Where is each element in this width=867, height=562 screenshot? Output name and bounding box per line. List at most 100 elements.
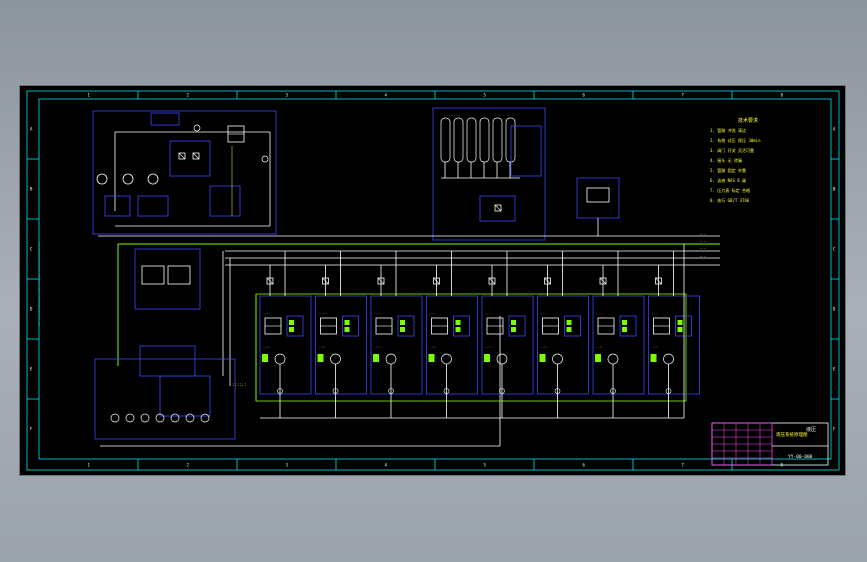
border-column-number: 5 <box>484 463 487 468</box>
border-column-number: 5 <box>484 93 487 98</box>
border-column-number: 7 <box>682 463 685 468</box>
solenoid-icon <box>140 413 150 423</box>
valve-diagonal <box>494 204 502 212</box>
border-column-number: 6 <box>583 93 586 98</box>
branch-tag: ..:. <box>541 345 548 349</box>
position-sensor <box>595 354 601 362</box>
actuator-icon <box>441 353 452 365</box>
header-tag: — — <box>700 254 706 258</box>
border-column-number: 4 <box>385 463 388 468</box>
accumulator-box <box>209 185 241 217</box>
pump-icon <box>96 173 108 185</box>
pilot-indicator <box>344 320 350 325</box>
pilot-indicator <box>677 327 683 332</box>
drawing-name: 液压系统原理图 <box>776 431 808 438</box>
pilot-indicator <box>622 327 627 332</box>
control-valve-box <box>510 125 542 177</box>
pilot-block <box>564 315 581 337</box>
note-line: 6. 油液 NAS 8 级 <box>710 177 746 183</box>
relay-box <box>159 375 211 417</box>
accumulator-bottle <box>466 117 477 163</box>
border-row-letter: F <box>30 427 33 432</box>
accumulator-bottle <box>479 117 490 163</box>
secondary-valve <box>167 265 191 285</box>
pilot-indicator <box>455 327 461 332</box>
right-valve-frame <box>576 177 620 219</box>
valve-block <box>169 140 211 177</box>
branch-tag: .... <box>430 311 437 315</box>
solenoid-icon <box>125 413 135 423</box>
border-row-letter: C <box>30 247 33 252</box>
border-column-number: 6 <box>583 463 586 468</box>
solenoid-icon <box>110 413 120 423</box>
pilot-block <box>675 315 692 337</box>
note-line: 5. 管路 固定 牢靠 <box>710 167 746 173</box>
branch-tag: ..:. <box>319 345 326 349</box>
pilot-indicator <box>400 327 405 332</box>
pilot-indicator <box>511 320 516 325</box>
position-sensor <box>539 354 546 362</box>
header-tag: — — <box>700 247 706 251</box>
drawing-sheet: 1 1 2 2 3 3 4 4 5 5 6 6 7 7 8 8 A A B B C C D D E E F F........ — — —… <box>20 86 845 475</box>
solenoid-icon <box>185 413 195 423</box>
pilot-indicator <box>289 327 294 332</box>
motor-box <box>137 195 169 217</box>
motor-box <box>104 195 131 217</box>
pilot-block <box>397 315 415 337</box>
position-sensor <box>373 354 379 362</box>
branch-tag: .... <box>652 311 659 315</box>
border-row-letter: C <box>833 247 836 252</box>
note-line: 7. 压力表 标定 合格 <box>710 187 750 193</box>
actuator-icon <box>552 353 563 365</box>
pilot-indicator <box>622 320 627 325</box>
branch-tag: .... <box>319 311 326 315</box>
border-column-number: 1 <box>88 93 91 98</box>
control-panel <box>139 345 196 377</box>
control-tag: :::::: <box>232 382 246 387</box>
position-sensor <box>317 354 324 362</box>
border-column-number: 1 <box>88 463 91 468</box>
branch-tag: ..:. <box>652 345 659 349</box>
branch-tag: ..:. <box>596 345 603 349</box>
solenoid-icon <box>170 413 180 423</box>
border-column-number: 4 <box>385 93 388 98</box>
pilot-indicator <box>566 327 572 332</box>
gauge-icon <box>261 155 269 163</box>
drawing-number: YY-00-000 <box>788 454 813 460</box>
accumulator-bottle <box>453 117 464 163</box>
position-sensor <box>484 354 490 362</box>
notes-title: 技术要求 <box>738 117 758 124</box>
control-box-frame <box>94 358 236 440</box>
actuator-icon <box>385 353 397 365</box>
valve-diagonal <box>178 152 186 160</box>
branch-tag: ..:. <box>374 345 381 349</box>
pump-station-frame <box>92 110 277 235</box>
border-column-number: 7 <box>682 93 685 98</box>
note-line: 2. 系统 试压 保压 30min <box>710 137 761 143</box>
company-name: 液压 <box>806 426 816 433</box>
actuator-icon <box>663 353 674 365</box>
pilot-block <box>286 315 304 337</box>
border-row-letter: E <box>833 367 836 372</box>
header-tag: — — <box>700 232 706 236</box>
pilot-indicator <box>289 320 294 325</box>
branch-tag: ..:. <box>263 345 270 349</box>
pilot-block <box>342 315 359 337</box>
border-row-letter: F <box>833 427 836 432</box>
border-column-number: 3 <box>286 93 289 98</box>
pilot-block <box>619 315 637 337</box>
pump-icon <box>122 173 134 185</box>
pump-station-label-box <box>150 112 180 126</box>
accumulator-bottle <box>440 117 451 163</box>
accumulator-bottle <box>505 117 516 163</box>
border-row-letter: B <box>30 187 33 192</box>
note-line: 8. 执行 GB/T 3766 <box>710 197 750 203</box>
border-row-letter: A <box>833 127 836 132</box>
position-sensor <box>650 354 657 362</box>
border-row-letter: B <box>833 187 836 192</box>
pilot-indicator <box>677 320 683 325</box>
border-column-number: 8 <box>781 93 784 98</box>
note-line: 4. 接头 无 渗漏 <box>710 157 742 163</box>
border-row-letter: D <box>30 307 33 312</box>
rack-tag: ........ <box>445 113 460 117</box>
